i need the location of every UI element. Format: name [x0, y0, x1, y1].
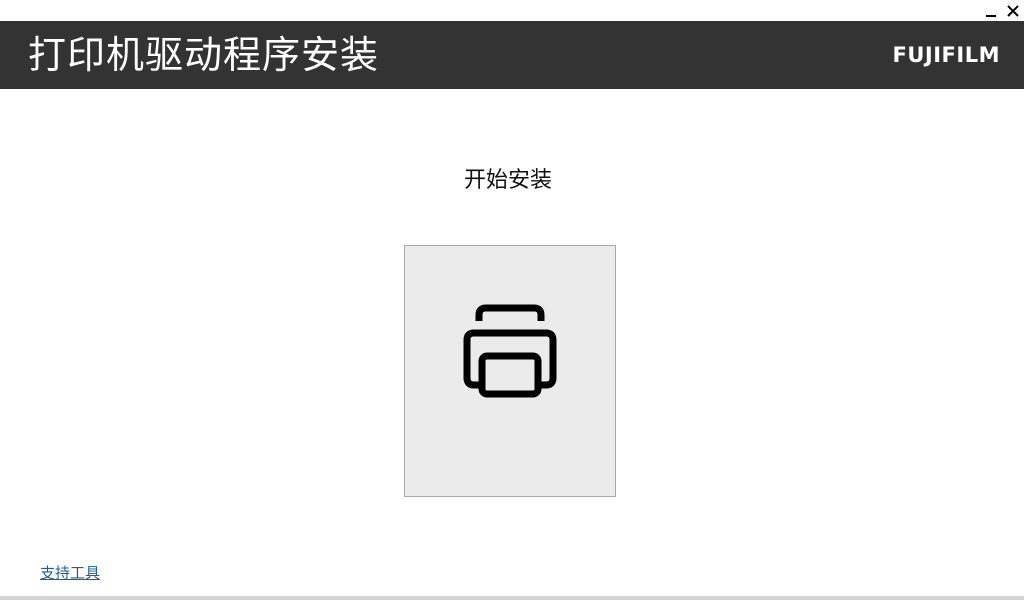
- fujifilm-logo: FUJIFILM: [892, 43, 1000, 67]
- minimize-button[interactable]: [980, 0, 1002, 21]
- app-header: 打印机驱动程序安装 FUJIFILM: [0, 21, 1024, 89]
- title-bar: [0, 0, 1024, 21]
- bottom-border: [0, 596, 1024, 600]
- close-button[interactable]: [1002, 0, 1024, 21]
- window-controls: [980, 0, 1024, 21]
- page-title: 打印机驱动程序安装: [28, 33, 380, 77]
- printer-icon: [463, 304, 557, 398]
- close-icon: [1007, 4, 1019, 17]
- installer-window: 打印机驱动程序安装 FUJIFILM 开始安装 支持工具: [0, 0, 1024, 600]
- support-tools-link[interactable]: 支持工具: [40, 563, 100, 583]
- install-printer-tile[interactable]: [404, 245, 616, 497]
- start-install-heading: 开始安装: [463, 168, 552, 193]
- minimize-icon: [986, 14, 996, 17]
